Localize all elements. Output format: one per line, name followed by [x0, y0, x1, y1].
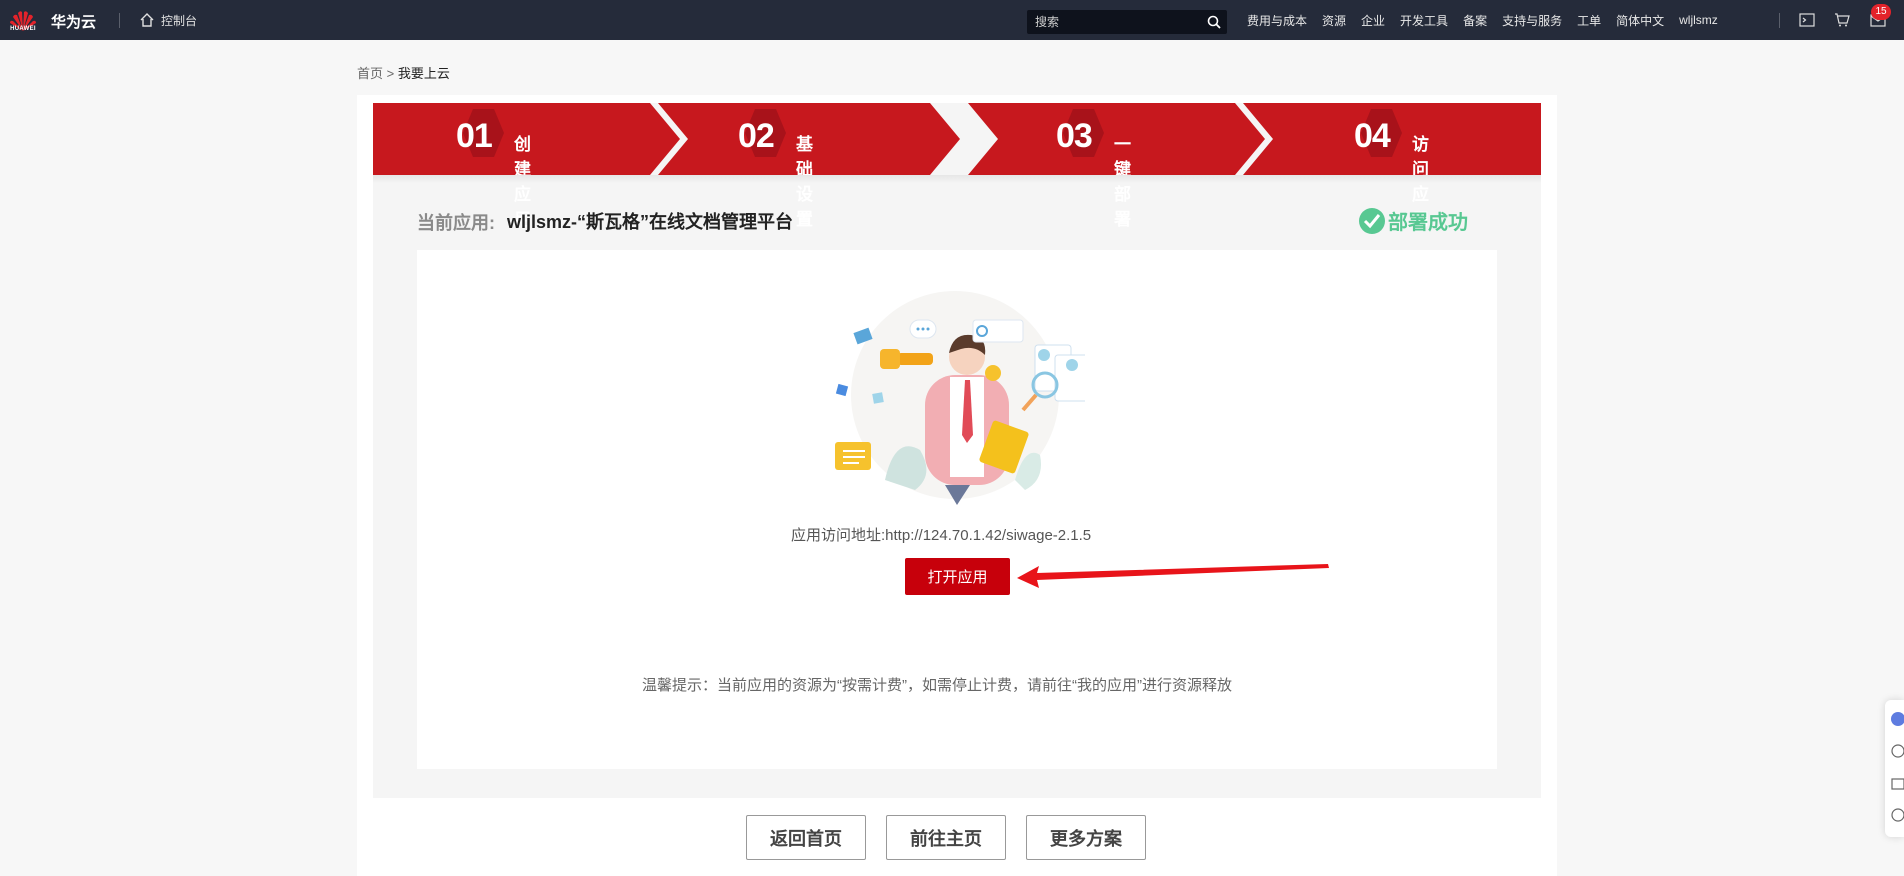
- chat-icon[interactable]: [1891, 712, 1904, 726]
- search-box[interactable]: [1027, 10, 1227, 34]
- current-app-name: wljlsmz-“斯瓦格”在线文档管理平台: [507, 212, 794, 232]
- divider: [1779, 13, 1780, 28]
- console-link[interactable]: 控制台: [139, 11, 197, 29]
- floating-helper-panel: [1885, 700, 1904, 837]
- breadcrumb-current: 我要上云: [397, 66, 450, 81]
- deployment-illustration: [835, 291, 1085, 505]
- divider: [119, 13, 120, 28]
- nav-cost[interactable]: 费用与成本: [1247, 12, 1307, 29]
- search-icon[interactable]: [1207, 15, 1221, 29]
- nav-filing[interactable]: 备案: [1463, 12, 1487, 29]
- annotation-arrow: [1017, 564, 1329, 588]
- breadcrumb-home[interactable]: 首页: [357, 66, 383, 81]
- step-number: 02: [738, 117, 775, 155]
- back-home-button[interactable]: 返回首页: [746, 815, 866, 860]
- terminal-icon[interactable]: [1799, 13, 1815, 27]
- access-address: 应用访问地址:http://124.70.1.42/siwage-2.1.5: [791, 524, 1091, 545]
- open-app-button[interactable]: 打开应用: [905, 558, 1010, 595]
- huawei-logo-text: HUAWEI: [10, 26, 36, 32]
- home-icon: [140, 13, 154, 27]
- steps-shadow: [373, 175, 1541, 183]
- deploy-success-status: 部署成功: [1358, 206, 1468, 235]
- go-main-page-button[interactable]: 前往主页: [886, 815, 1006, 860]
- step-number: 04: [1354, 117, 1391, 155]
- message-count-badge: 15: [1871, 4, 1891, 20]
- breadcrumb: 首页 > 我要上云: [357, 63, 450, 82]
- access-url[interactable]: http://124.70.1.42/siwage-2.1.5: [885, 527, 1091, 544]
- top-navigation-bar: HUAWEI 华为云 控制台 费用与成本 资源 企业 开发工具 备案 支持与服务…: [0, 0, 1904, 40]
- step-number: 01: [456, 117, 493, 155]
- check-circle-icon: [1359, 207, 1385, 234]
- nav-resources[interactable]: 资源: [1322, 12, 1346, 29]
- nav-language[interactable]: 简体中文: [1616, 12, 1664, 29]
- smile-icon[interactable]: [1891, 808, 1904, 822]
- search-input[interactable]: [1035, 10, 1195, 34]
- access-address-label: 应用访问地址:: [791, 527, 886, 544]
- step-number: 03: [1056, 117, 1093, 155]
- deploy-success-text: 部署成功: [1388, 212, 1468, 234]
- nav-dev-tools[interactable]: 开发工具: [1400, 12, 1448, 29]
- cart-icon[interactable]: [1834, 13, 1850, 27]
- help-icon[interactable]: [1891, 744, 1904, 758]
- brand-name[interactable]: 华为云: [51, 11, 96, 32]
- nav-support[interactable]: 支持与服务: [1502, 12, 1562, 29]
- nav-username[interactable]: wljlsmz: [1679, 13, 1718, 27]
- feedback-icon[interactable]: [1891, 777, 1904, 791]
- more-solutions-button[interactable]: 更多方案: [1026, 815, 1146, 860]
- breadcrumb-separator: >: [386, 66, 395, 81]
- billing-tip: 温馨提示：当前应用的资源为“按需计费”，如需停止计费，请前往“我的应用”进行资源…: [642, 677, 1232, 694]
- top-nav-links: 费用与成本 资源 企业 开发工具 备案 支持与服务 工单 简体中文 wljlsm…: [1247, 0, 1733, 40]
- current-app-label: 当前应用:: [417, 213, 495, 233]
- nav-tickets[interactable]: 工单: [1577, 12, 1601, 29]
- huawei-logo-icon[interactable]: [8, 5, 38, 37]
- progress-steps: 01 创建应用 02 基础设置 03 一键部署 04 访问应用: [373, 103, 1541, 229]
- nav-enterprise[interactable]: 企业: [1361, 12, 1385, 29]
- console-label: 控制台: [161, 13, 198, 28]
